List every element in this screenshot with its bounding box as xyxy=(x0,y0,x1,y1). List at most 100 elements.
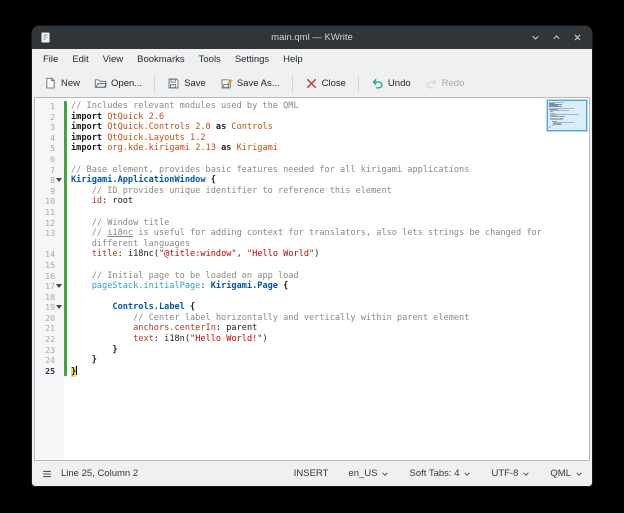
document-new-icon xyxy=(44,77,57,90)
code-text[interactable]: different languages xyxy=(67,239,589,250)
code-text[interactable]: pageStack.initialPage: Kirigami.Page { xyxy=(67,281,589,292)
code-text[interactable]: // Window title xyxy=(67,218,589,229)
toolbar-button-label: New xyxy=(61,78,80,89)
fold-column xyxy=(55,112,64,123)
code-text[interactable]: Controls.Label { xyxy=(67,302,589,313)
undo-button[interactable]: Undo xyxy=(365,74,417,93)
code-text[interactable]: anchors.centerIn: parent xyxy=(67,323,589,334)
edit-redo-icon xyxy=(425,77,438,90)
line-number[interactable]: 19 xyxy=(35,302,55,313)
toolbar-button-label: Save As... xyxy=(237,78,280,89)
fold-column xyxy=(55,133,64,144)
titlebar[interactable]: main.qml — KWrite xyxy=(32,26,592,49)
line-number[interactable] xyxy=(35,239,55,250)
minimap-viewport[interactable] xyxy=(547,100,587,131)
line-number[interactable]: 12 xyxy=(35,218,55,229)
statusbar-highlight-mode[interactable]: QML xyxy=(550,468,583,479)
line-number[interactable]: 6 xyxy=(35,154,55,165)
line-number[interactable]: 23 xyxy=(35,345,55,356)
line-number[interactable]: 24 xyxy=(35,355,55,366)
menu-bookmarks[interactable]: Bookmarks xyxy=(130,52,192,67)
line-number[interactable]: 25 xyxy=(35,366,55,377)
line-number[interactable]: 1 xyxy=(35,101,55,112)
line-number[interactable]: 7 xyxy=(35,165,55,176)
code-text[interactable]: } xyxy=(67,366,589,377)
code-text[interactable] xyxy=(67,260,589,271)
line-number[interactable]: 13 xyxy=(35,228,55,239)
editor[interactable]: 1 // Includes relevant modules used by th… xyxy=(34,97,590,461)
code-text[interactable]: // Base element, provides basic features… xyxy=(67,165,589,176)
document-close-icon xyxy=(305,77,318,90)
fold-column xyxy=(55,313,64,324)
code-line: 7 // Base element, provides basic feature… xyxy=(35,165,589,176)
cursor-position[interactable]: Line 25, Column 2 xyxy=(61,468,138,479)
line-number[interactable]: 3 xyxy=(35,122,55,133)
code-line: 13 // i18nc is useful for adding context… xyxy=(35,228,589,239)
line-number[interactable]: 21 xyxy=(35,323,55,334)
code-line: 24 } xyxy=(35,355,589,366)
fold-marker-icon[interactable] xyxy=(55,175,64,186)
menu-view[interactable]: View xyxy=(96,52,130,67)
code-text[interactable]: // Center label horizontally and vertica… xyxy=(67,313,589,324)
fold-column xyxy=(55,165,64,176)
statusbar-dictionary[interactable]: en_US xyxy=(348,468,389,479)
menu-edit[interactable]: Edit xyxy=(65,52,95,67)
menu-tools[interactable]: Tools xyxy=(192,52,228,67)
line-number[interactable]: 20 xyxy=(35,313,55,324)
maximize-button[interactable] xyxy=(548,30,564,46)
code-text[interactable]: Kirigami.ApplicationWindow { xyxy=(67,175,589,186)
code-line: 3 import QtQuick.Controls 2.0 as Controls xyxy=(35,122,589,133)
line-number[interactable]: 8 xyxy=(35,175,55,186)
fold-column xyxy=(55,228,64,239)
code-text[interactable]: id: root xyxy=(67,196,589,207)
open-button[interactable]: Open... xyxy=(88,74,148,93)
statusbar-tab-settings[interactable]: Soft Tabs: 4 xyxy=(409,468,471,479)
code-text[interactable]: } xyxy=(67,355,589,366)
code-text[interactable] xyxy=(67,292,589,303)
save-button[interactable]: Save xyxy=(161,74,212,93)
line-number[interactable]: 10 xyxy=(35,196,55,207)
close-button[interactable] xyxy=(569,30,585,46)
line-number[interactable]: 22 xyxy=(35,334,55,345)
code-text[interactable]: import QtQuick.Controls 2.0 as Controls xyxy=(67,122,589,133)
line-number[interactable]: 5 xyxy=(35,143,55,154)
statusbar-menu-icon[interactable] xyxy=(41,468,53,480)
line-number[interactable]: 14 xyxy=(35,249,55,260)
code-text[interactable]: // Includes relevant modules used by the… xyxy=(67,101,589,112)
fold-marker-icon[interactable] xyxy=(55,281,64,292)
close-button[interactable]: Close xyxy=(299,74,352,93)
line-number[interactable]: 18 xyxy=(35,292,55,303)
code-text[interactable]: import org.kde.kirigami 2.13 as Kirigami xyxy=(67,143,589,154)
code-text[interactable]: title: i18nc("@title:window", "Hello Wor… xyxy=(67,249,589,260)
code-text[interactable]: text: i18n("Hello World!") xyxy=(67,334,589,345)
code-text[interactable]: // Initial page to be loaded on app load xyxy=(67,271,589,282)
chevron-down-icon xyxy=(575,470,583,478)
line-number[interactable]: 11 xyxy=(35,207,55,218)
menu-file[interactable]: File xyxy=(36,52,65,67)
line-number[interactable]: 16 xyxy=(35,271,55,282)
new-button[interactable]: New xyxy=(38,74,86,93)
fold-column xyxy=(55,355,64,366)
code-text[interactable]: // ID provides unique identifier to refe… xyxy=(67,186,589,197)
statusbar-input-mode[interactable]: INSERT xyxy=(294,468,329,479)
code-text[interactable]: // i18nc is useful for adding context fo… xyxy=(67,228,589,239)
line-number[interactable]: 9 xyxy=(35,186,55,197)
statusbar-encoding[interactable]: UTF-8 xyxy=(491,468,530,479)
minimize-button[interactable] xyxy=(527,30,543,46)
fold-column xyxy=(55,186,64,197)
line-number[interactable]: 4 xyxy=(35,133,55,144)
code-text[interactable] xyxy=(67,207,589,218)
line-number[interactable]: 15 xyxy=(35,260,55,271)
code-text[interactable] xyxy=(67,154,589,165)
code-text[interactable]: import QtQuick 2.6 xyxy=(67,112,589,123)
menu-help[interactable]: Help xyxy=(276,52,310,67)
fold-marker-icon[interactable] xyxy=(55,302,64,313)
save-as-button[interactable]: Save As... xyxy=(214,74,286,93)
line-number[interactable]: 17 xyxy=(35,281,55,292)
code-text[interactable]: import QtQuick.Layouts 1.2 xyxy=(67,133,589,144)
chevron-down-icon xyxy=(463,470,471,478)
code-text[interactable]: } xyxy=(67,345,589,356)
menu-settings[interactable]: Settings xyxy=(228,52,276,67)
minimap-scrollbar[interactable] xyxy=(546,99,588,132)
line-number[interactable]: 2 xyxy=(35,112,55,123)
